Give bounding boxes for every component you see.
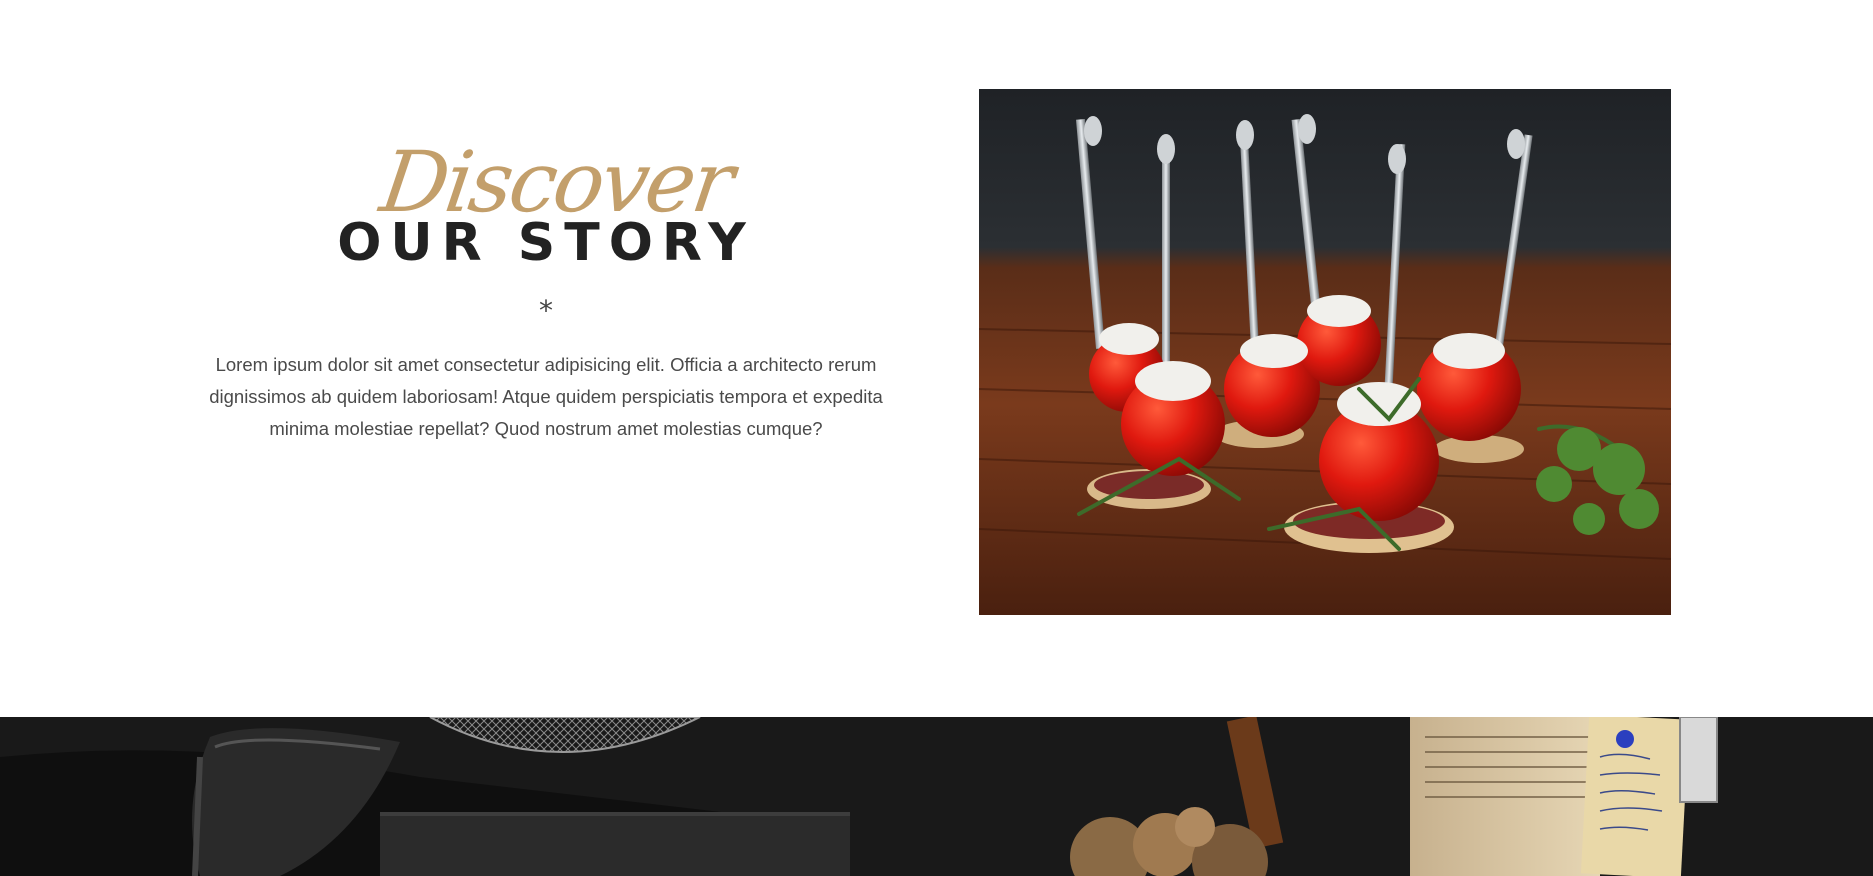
tomato-canape-photo [979, 89, 1671, 615]
story-paragraph: Lorem ipsum dolor sit amet consectetur a… [209, 353, 883, 439]
story-text-block: Discover OUR STORY * Lorem ipsum dolor s… [190, 133, 902, 445]
script-title: Discover [374, 133, 738, 231]
kitchen-banner-image [0, 717, 1873, 876]
our-story-section: Discover OUR STORY * Lorem ipsum dolor s… [0, 0, 1873, 717]
asterisk-divider-icon: * [539, 293, 553, 327]
